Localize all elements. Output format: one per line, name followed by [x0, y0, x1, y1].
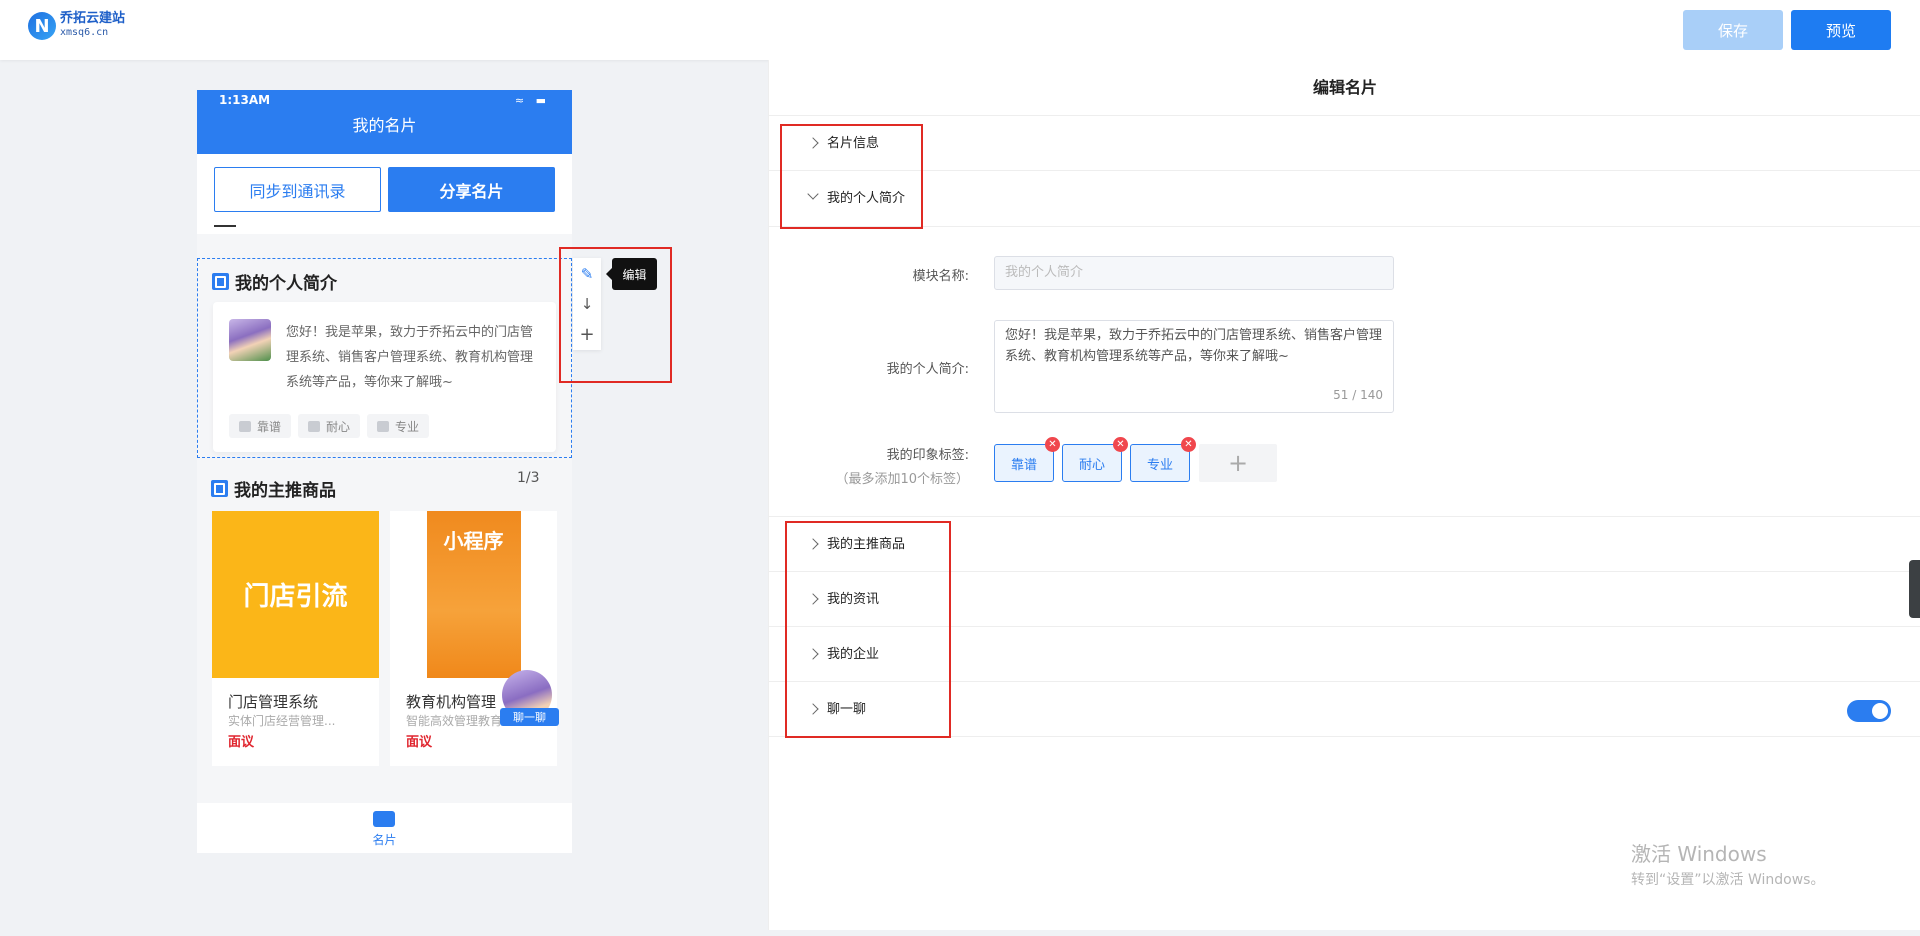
chevron-right-icon	[807, 538, 819, 550]
phone-actions: 同步到通讯录 分享名片	[197, 154, 572, 234]
logo-title: 乔拓云建站	[60, 11, 126, 26]
avatar	[229, 319, 271, 361]
intro-card: 您好！我是苹果，致力于乔拓云中的门店管理系统、销售客户管理系统、教育机构管理系统…	[213, 302, 556, 452]
add-tag-button[interactable]: +	[1199, 444, 1277, 482]
edit-tooltip: 编辑	[606, 258, 657, 290]
product-image: 门店引流	[212, 511, 379, 678]
section-company[interactable]: 我的企业	[769, 627, 1920, 682]
side-handle[interactable]	[1909, 560, 1920, 618]
tags-hint: （最多添加10个标签）	[835, 472, 969, 487]
bag-icon	[211, 480, 228, 497]
share-card-button[interactable]: 分享名片	[388, 167, 555, 212]
char-counter: 51 / 140	[1333, 388, 1383, 402]
bookmark-icon	[212, 273, 229, 290]
edit-icon[interactable]: ✎	[573, 260, 601, 288]
module-name-label: 模块名称:	[912, 269, 969, 284]
chevron-right-icon	[807, 593, 819, 605]
close-icon[interactable]: ✕	[1045, 437, 1060, 452]
preview-button[interactable]: 预览	[1791, 10, 1891, 50]
section-products[interactable]: 我的主推商品	[769, 517, 1920, 572]
thumbs-up-icon	[308, 420, 321, 432]
chevron-down-icon	[807, 188, 819, 200]
card-icon[interactable]	[373, 811, 395, 827]
intro-textarea[interactable]: 您好！我是苹果，致力于乔拓云中的门店管理系统、销售客户管理系统、教育机构管理系统…	[994, 320, 1394, 413]
section-chat[interactable]: 聊一聊	[769, 682, 1920, 737]
tags-label: 我的印象标签:	[886, 448, 969, 463]
tab-card[interactable]: 名片	[197, 831, 572, 848]
module-toolbar: ✎ ↓ +	[573, 258, 601, 350]
section-card-info[interactable]: 名片信息	[769, 116, 1920, 171]
chevron-right-icon	[807, 137, 819, 149]
tag-zhuanye[interactable]: 专业 ✕	[1130, 437, 1196, 482]
products-title: 我的主推商品	[211, 476, 336, 501]
product-price: 面议	[228, 735, 255, 750]
arrow-down-icon[interactable]: ↓	[573, 290, 601, 318]
watermark-subtitle: 转到“设置”以激活 Windows。	[1631, 872, 1825, 888]
module-name-input[interactable]: 我的个人简介	[994, 256, 1394, 290]
intro-module[interactable]: 我的个人简介 您好！我是苹果，致力于乔拓云中的门店管理系统、销售客户管理系统、教…	[197, 258, 572, 458]
product-desc: 智能高效管理教育...	[406, 714, 514, 728]
section-intro[interactable]: 我的个人简介	[769, 171, 1920, 226]
intro-tags: 靠谱 耐心 专业	[229, 414, 430, 438]
intro-label: 我的个人简介:	[886, 362, 969, 377]
logo[interactable]: N 乔拓云建站 xmsq6.cn	[28, 12, 125, 40]
tab-bar: 名片	[197, 803, 572, 853]
section-news[interactable]: 我的资讯	[769, 572, 1920, 627]
close-icon[interactable]: ✕	[1113, 437, 1128, 452]
save-button[interactable]: 保存	[1683, 10, 1783, 50]
product-price: 面议	[406, 735, 433, 750]
watermark-title: 激活 Windows	[1631, 842, 1767, 866]
product-card[interactable]: 门店引流 门店管理系统 实体门店经营管理... 面议	[212, 511, 379, 766]
plus-icon[interactable]: +	[573, 320, 601, 348]
products-count: 1/3	[517, 470, 540, 486]
editor-title: 编辑名片	[769, 60, 1920, 116]
tag-chip[interactable]: 专业	[367, 414, 430, 438]
thumbs-up-icon	[239, 420, 251, 432]
chevron-right-icon	[807, 703, 819, 715]
phone-title: 我的名片	[352, 116, 417, 135]
close-icon[interactable]: ✕	[1181, 437, 1196, 452]
chat-button[interactable]: 聊一聊	[500, 708, 559, 726]
tag-naixin[interactable]: 耐心 ✕	[1062, 437, 1128, 482]
intro-module-title: 我的个人简介	[212, 269, 337, 294]
divider	[214, 225, 236, 227]
tag-chip[interactable]: 靠谱	[229, 414, 292, 438]
chat-toggle[interactable]	[1847, 700, 1891, 722]
sync-contacts-button[interactable]: 同步到通讯录	[214, 167, 381, 212]
editor-panel: 编辑名片 名片信息 我的个人简介 模块名称: 我的个人简介 我的个人简介: 您好…	[768, 60, 1920, 930]
product-name: 门店管理系统	[228, 693, 319, 711]
intro-text: 您好！我是苹果，致力于乔拓云中的门店管理系统、销售客户管理系统、教育机构管理系统…	[286, 325, 534, 390]
status-time: 1:13AM	[219, 93, 271, 107]
top-bar: N 乔拓云建站 xmsq6.cn 保存 预览	[0, 0, 1920, 60]
logo-icon: N	[28, 12, 56, 40]
thumbs-up-icon	[377, 420, 390, 432]
tag-kaopu[interactable]: 靠谱 ✕	[994, 437, 1060, 482]
product-card[interactable]: 小程序 教育机构管理 智能高效管理教育... 面议	[390, 511, 557, 766]
status-icons: ≈ ▬	[514, 94, 550, 107]
phone-header: 1:13AM ≈ ▬ 我的名片	[197, 90, 572, 154]
windows-watermark: 激活 Windows 转到“设置”以激活 Windows。	[1631, 838, 1824, 889]
intro-title-text: 我的个人简介	[235, 274, 337, 294]
divider	[769, 226, 1920, 227]
product-image: 小程序	[390, 511, 557, 678]
tag-chip[interactable]: 耐心	[298, 414, 361, 438]
chevron-right-icon	[807, 648, 819, 660]
product-name: 教育机构管理	[406, 693, 497, 711]
product-desc: 实体门店经营管理...	[228, 714, 336, 728]
phone-preview: 1:13AM ≈ ▬ 我的名片 同步到通讯录 分享名片 我的个人简介 您好！我是…	[197, 90, 572, 853]
logo-subtitle: xmsq6.cn	[60, 27, 109, 38]
